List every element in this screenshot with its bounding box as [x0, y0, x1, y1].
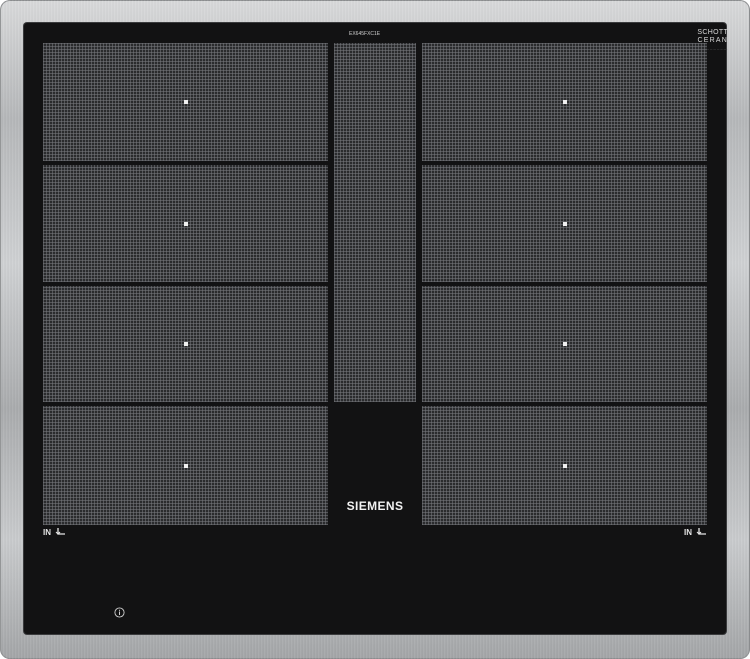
zone-center-mark	[183, 100, 188, 104]
zone-center-mark	[562, 342, 567, 346]
power-connection-icon	[696, 528, 706, 535]
cooking-zone-left-4[interactable]	[43, 406, 328, 525]
zone-center-mark	[183, 463, 188, 468]
model-code: EX645FXC1E	[349, 31, 381, 37]
zone-center-mark	[183, 342, 188, 346]
power-in-label-left: IN	[43, 528, 51, 537]
brand-logo: SIEMENS	[346, 499, 404, 513]
zone-center-mark	[562, 221, 567, 226]
cooking-zone-left-1[interactable]	[43, 43, 328, 161]
info-icon[interactable]	[114, 607, 125, 618]
cooking-zone-right-1[interactable]	[422, 43, 707, 161]
cooking-zone-left-2[interactable]	[43, 165, 328, 282]
zone-center-mark	[562, 463, 567, 468]
cooking-zone-left-3[interactable]	[43, 286, 328, 402]
zone-center-mark	[562, 100, 567, 104]
zone-center-mark	[183, 221, 188, 226]
cooking-zone-right-2[interactable]	[422, 165, 707, 282]
power-in-label-right: IN	[684, 528, 692, 537]
power-connection-icon	[55, 528, 65, 535]
cooking-zone-right-4[interactable]	[422, 406, 707, 525]
cooking-zone-right-3[interactable]	[422, 286, 707, 402]
cooking-zone-center-bridge[interactable]	[334, 43, 416, 402]
schott-text: SCHOTT	[697, 29, 728, 36]
